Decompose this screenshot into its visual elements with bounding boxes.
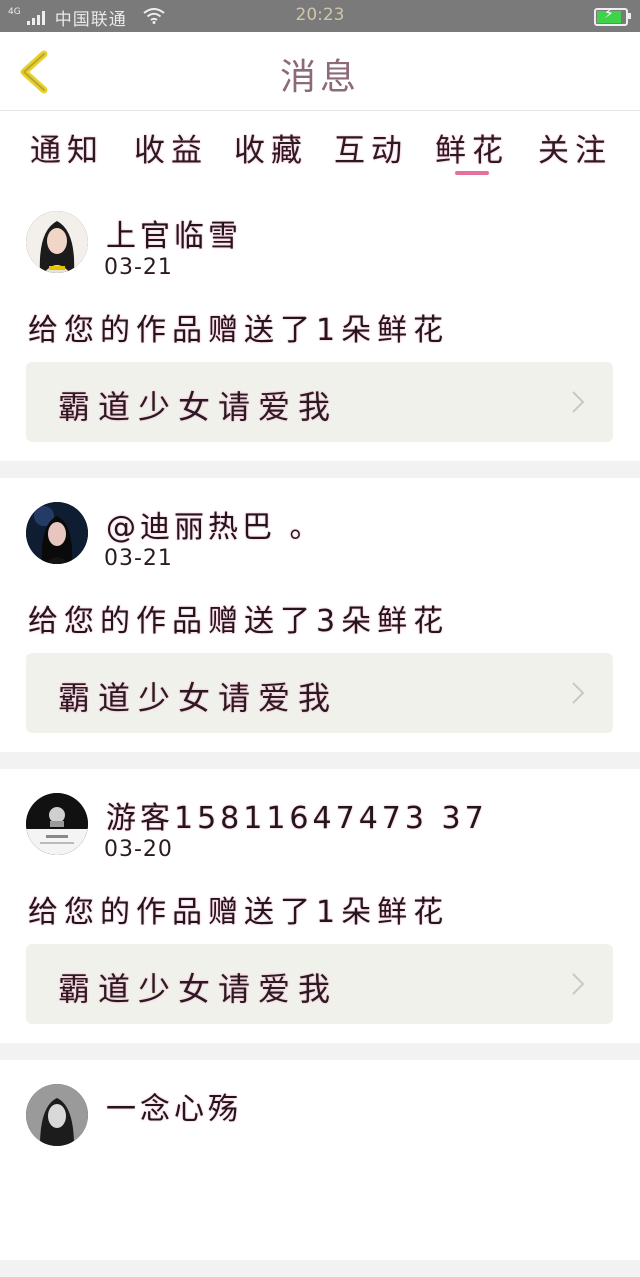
sender-name[interactable]: 游客15811647473 37 bbox=[106, 793, 488, 837]
message-card: 上官临雪 03-21 给您的作品赠送了1朵鲜花 霸道少女请爱我 bbox=[0, 187, 640, 461]
tab-interactions[interactable]: 互动 bbox=[334, 125, 408, 170]
tab-earnings[interactable]: 收益 bbox=[134, 125, 208, 170]
tab-notifications[interactable]: 通知 bbox=[30, 125, 104, 170]
clock: 20:23 bbox=[295, 5, 345, 25]
message-date: 03-21 bbox=[104, 546, 173, 571]
avatar[interactable] bbox=[26, 211, 88, 273]
message-text: 给您的作品赠送了1朵鲜花 bbox=[28, 895, 450, 930]
message-card: @迪丽热巴 。 03-21 给您的作品赠送了3朵鲜花 霸道少女请爱我 bbox=[0, 478, 640, 752]
chevron-right-icon bbox=[572, 391, 585, 413]
work-title: 霸道少女请爱我 bbox=[58, 970, 339, 1008]
tab-following[interactable]: 关注 bbox=[538, 125, 612, 170]
chevron-right-icon bbox=[572, 973, 585, 995]
category-tabs: 通知 收益 收藏 互动 鲜花 关注 bbox=[0, 111, 640, 187]
sender-name[interactable]: 上官临雪 bbox=[106, 211, 242, 255]
work-link[interactable]: 霸道少女请爱我 bbox=[26, 653, 613, 733]
active-tab-indicator bbox=[455, 171, 489, 175]
work-title: 霸道少女请爱我 bbox=[58, 388, 339, 426]
avatar[interactable] bbox=[26, 793, 88, 855]
status-bar: 4G 中国联通 20:23 ⚡ bbox=[0, 0, 640, 32]
sender-name[interactable]: 一念心殇 bbox=[106, 1084, 242, 1128]
sender-name[interactable]: @迪丽热巴 。 bbox=[106, 502, 324, 546]
navigation-header: 消息 bbox=[0, 32, 640, 111]
chevron-right-icon bbox=[572, 682, 585, 704]
message-text: 给您的作品赠送了3朵鲜花 bbox=[28, 604, 450, 639]
message-text: 给您的作品赠送了1朵鲜花 bbox=[28, 313, 450, 348]
battery-icon: ⚡ bbox=[594, 6, 631, 26]
tab-favorites[interactable]: 收藏 bbox=[234, 125, 308, 170]
message-card: 游客15811647473 37 03-20 给您的作品赠送了1朵鲜花 霸道少女… bbox=[0, 769, 640, 1043]
avatar[interactable] bbox=[26, 502, 88, 564]
work-link[interactable]: 霸道少女请爱我 bbox=[26, 944, 613, 1024]
message-date: 03-21 bbox=[104, 255, 173, 280]
message-list: 上官临雪 03-21 给您的作品赠送了1朵鲜花 霸道少女请爱我 @迪丽热巴 。 … bbox=[0, 187, 640, 1277]
work-title: 霸道少女请爱我 bbox=[58, 679, 339, 717]
tab-flowers[interactable]: 鲜花 bbox=[435, 125, 509, 170]
work-link[interactable]: 霸道少女请爱我 bbox=[26, 362, 613, 442]
message-card: 一念心殇 bbox=[0, 1060, 640, 1260]
avatar[interactable] bbox=[26, 1084, 88, 1146]
message-date: 03-20 bbox=[104, 837, 173, 862]
page-title: 消息 bbox=[279, 57, 360, 98]
charging-icon: ⚡ bbox=[604, 6, 614, 22]
